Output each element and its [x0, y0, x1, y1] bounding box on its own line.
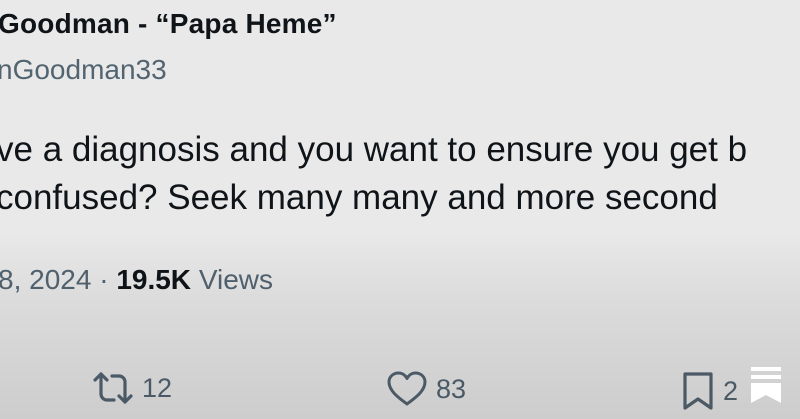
bookmark-button[interactable]: 2 — [681, 370, 738, 412]
heart-icon — [386, 370, 428, 408]
views-count: 19.5K — [116, 264, 192, 295]
tweet-body: ve a diagnosis and you want to ensure yo… — [0, 126, 747, 222]
tweet-body-line-1: ve a diagnosis and you want to ensure yo… — [0, 130, 748, 169]
author-name[interactable]: Goodman - “Papa Heme” — [0, 8, 337, 40]
views-label: Views — [198, 264, 273, 295]
tweet-date[interactable]: 8, 2024 — [0, 264, 91, 295]
like-button[interactable]: 83 — [386, 370, 466, 408]
bookmark-icon — [681, 370, 715, 412]
tweet-actions-bar: 12 83 2 — [0, 366, 800, 419]
like-count: 83 — [436, 373, 467, 404]
author-handle[interactable]: nGoodman33 — [0, 54, 167, 86]
repost-count: 12 — [142, 372, 173, 403]
bookmark-stack-icon[interactable] — [749, 365, 783, 405]
tweet-body-line-2: confused? Seek many many and more second — [0, 178, 718, 217]
meta-separator: · — [99, 264, 109, 295]
tweet-meta: 8, 2024 · 19.5K Views — [0, 264, 273, 296]
repost-button[interactable]: 12 — [92, 370, 172, 406]
bookmark-count: 2 — [723, 375, 739, 406]
repost-icon — [92, 370, 134, 406]
